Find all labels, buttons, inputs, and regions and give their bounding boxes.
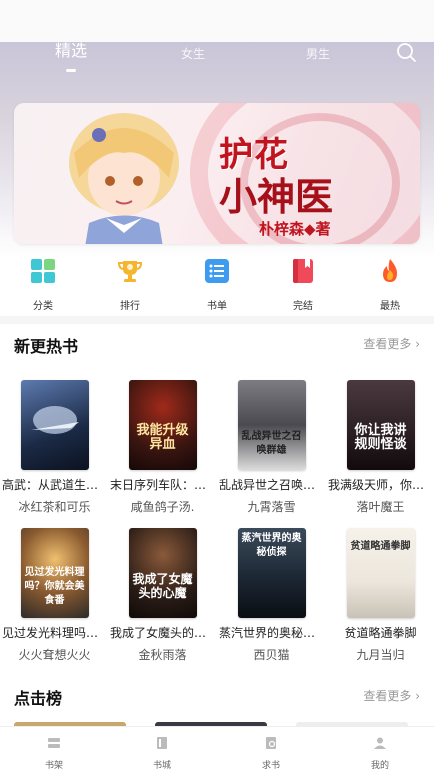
request-book-icon [266,737,276,749]
bookshelf-icon [48,738,60,748]
banner-title: 小神医 [219,174,334,219]
book-author: 火火耷想火火 [18,648,91,662]
nav-bookstore[interactable]: 书城 [137,735,187,771]
tab-active-indicator [66,69,76,72]
book-author: 落叶魔王 [356,500,405,514]
quick-links: 分类 排行 书单 完结 最热 [0,258,434,314]
tab-featured[interactable]: 精选 [50,42,92,82]
see-more-click-rank[interactable]: 查看更多 › [363,687,420,704]
book-card[interactable]: 贫道略通拳脚 贫道略通拳脚 九月当归 [326,528,434,663]
book-card[interactable]: 我能升级异血 末日序列车队：我... 咸鱼鸽子汤. [108,380,217,515]
bookstore-icon [157,737,167,749]
banner-author: 朴梓森◆著 [259,220,331,238]
banner-title: 护花 [219,135,289,175]
tab-male[interactable]: 男生 [297,44,339,84]
bottom-navigation: 书架 书城 求书 我的 [0,726,434,772]
book-author: 金秋雨落 [138,648,187,662]
book-cover: 我成了女魔头的心魔 [128,528,197,618]
section-title-click-rank: 点击榜 [14,689,63,708]
book-title: 乱战异世之召唤群雄 [219,478,326,492]
book-title: 我满级天师，你让... [328,478,434,492]
quick-link-completed[interactable]: 完结 [273,258,333,312]
book-author: 冰红茶和可乐 [18,500,91,514]
section-divider [0,316,434,324]
see-more-new-hot[interactable]: 查看更多 › [363,335,420,352]
book-card[interactable]: 乱战异世之召唤群雄 乱战异世之召唤群雄 九霄落雪 [217,380,326,515]
nav-profile[interactable]: 我的 [355,735,405,771]
category-icon [31,259,55,283]
book-card[interactable]: 高武：从武道生到... 冰红茶和可乐 [0,380,109,515]
book-title: 蒸汽世界的奥秘侦探 [219,626,326,640]
book-card[interactable]: 蒸汽世界的奥秘侦探 蒸汽世界的奥秘侦探 西贝猫 [217,528,326,663]
status-bar [0,0,434,42]
nav-bookshelf[interactable]: 书架 [29,735,79,771]
list-icon [205,259,229,283]
quick-link-ranking[interactable]: 排行 [100,258,160,312]
book-title: 末日序列车队：我... [110,478,217,492]
book-cover: 你让我讲规则怪谈 [346,380,415,470]
book-cover: 我能升级异血 [128,380,197,470]
book-cover: 蒸汽世界的奥秘侦探 [237,528,306,618]
promo-banner[interactable]: 护花 小神医 朴梓森◆著 [14,103,420,244]
book-title: 贫道略通拳脚 [344,626,417,640]
book-author: 咸鱼鸽子汤. [130,500,195,514]
book-card[interactable]: 我成了女魔头的心魔 我成了女魔头的心魔 金秋雨落 [108,528,217,663]
book-author: 西贝猫 [253,648,290,662]
quick-link-category[interactable]: 分类 [13,258,73,312]
profile-icon [374,737,386,749]
banner-character-illustration [69,113,179,244]
book-card[interactable]: 见过发光料理吗？你就会美食番 见过发光料理吗，... 火火耷想火火 [0,528,109,663]
book-cover: 乱战异世之召唤群雄 [237,380,306,470]
search-icon[interactable] [396,42,418,64]
quick-link-hottest[interactable]: 最热 [360,258,420,312]
tab-female[interactable]: 女生 [172,44,214,84]
top-tabs: 精选 女生 男生 [0,42,434,82]
book-title: 我成了女魔头的心魔 [110,626,217,640]
trophy-icon [117,261,143,282]
book-title: 见过发光料理吗，... [2,626,109,640]
book-card[interactable]: 你让我讲规则怪谈 我满级天师，你让... 落叶魔王 [326,380,434,515]
book-cover: 贫道略通拳脚 [346,528,415,618]
book-cover: 见过发光料理吗？你就会美食番 [20,528,89,618]
nav-request-book[interactable]: 求书 [246,735,296,771]
book-title: 高武：从武道生到... [2,478,109,492]
book-author: 九月当归 [356,648,405,662]
book-cover [20,380,89,470]
book-icon [293,259,313,283]
book-author: 九霄落雪 [247,500,296,514]
flame-icon [383,259,397,282]
quick-link-booklist[interactable]: 书单 [187,258,247,312]
section-title-new-hot: 新更热书 [14,337,79,356]
